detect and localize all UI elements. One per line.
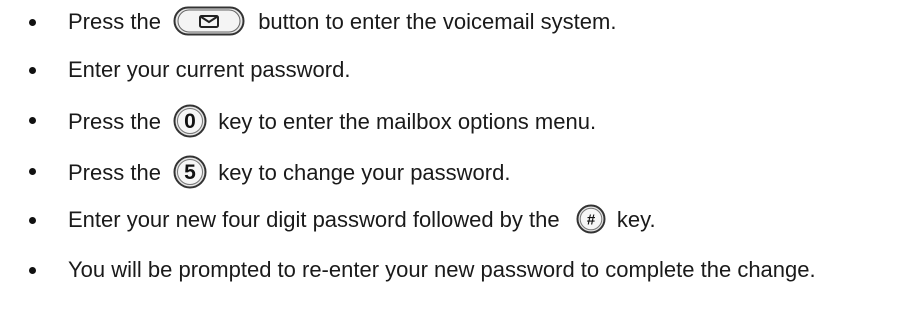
key-5-icon: 5	[173, 155, 207, 189]
key-label: #	[587, 212, 596, 229]
instructions-page: Press the button to enter the voicemail …	[0, 0, 918, 320]
step-text: You will be prompted to re-enter your ne…	[68, 257, 816, 282]
step-text-before: Press the	[68, 9, 161, 34]
bullet	[29, 267, 36, 274]
bullet	[29, 67, 36, 74]
bullet	[29, 19, 36, 26]
step-text: Press the 0 key to enter the mailbox opt…	[68, 104, 910, 140]
step-text-before: Press the	[68, 108, 161, 134]
voicemail-button	[173, 6, 245, 36]
key-hash-icon: #	[576, 204, 606, 234]
key-label: 0	[184, 110, 196, 133]
step-text: Press the button to enter the voicemail …	[68, 6, 910, 38]
key-label: 5	[184, 161, 196, 184]
step-text-after: key to change your password.	[218, 159, 511, 185]
envelope-icon	[173, 6, 245, 36]
step-text: Enter your current password.	[68, 57, 351, 82]
bullet	[29, 168, 36, 175]
step-text: Press the 5 key to change your password.	[68, 155, 910, 191]
bullet	[29, 217, 36, 224]
step-text-after: key.	[616, 207, 656, 232]
step-text-after: button to enter the voicemail system.	[258, 9, 617, 34]
step-text-before: Enter your new four digit password follo…	[68, 207, 560, 232]
step-text: Enter your new four digit password follo…	[68, 204, 910, 236]
key-0-icon: 0	[173, 104, 207, 138]
bullet	[29, 117, 36, 124]
step-text-after: key to enter the mailbox options menu.	[218, 108, 597, 134]
step-text-before: Press the	[68, 159, 161, 185]
